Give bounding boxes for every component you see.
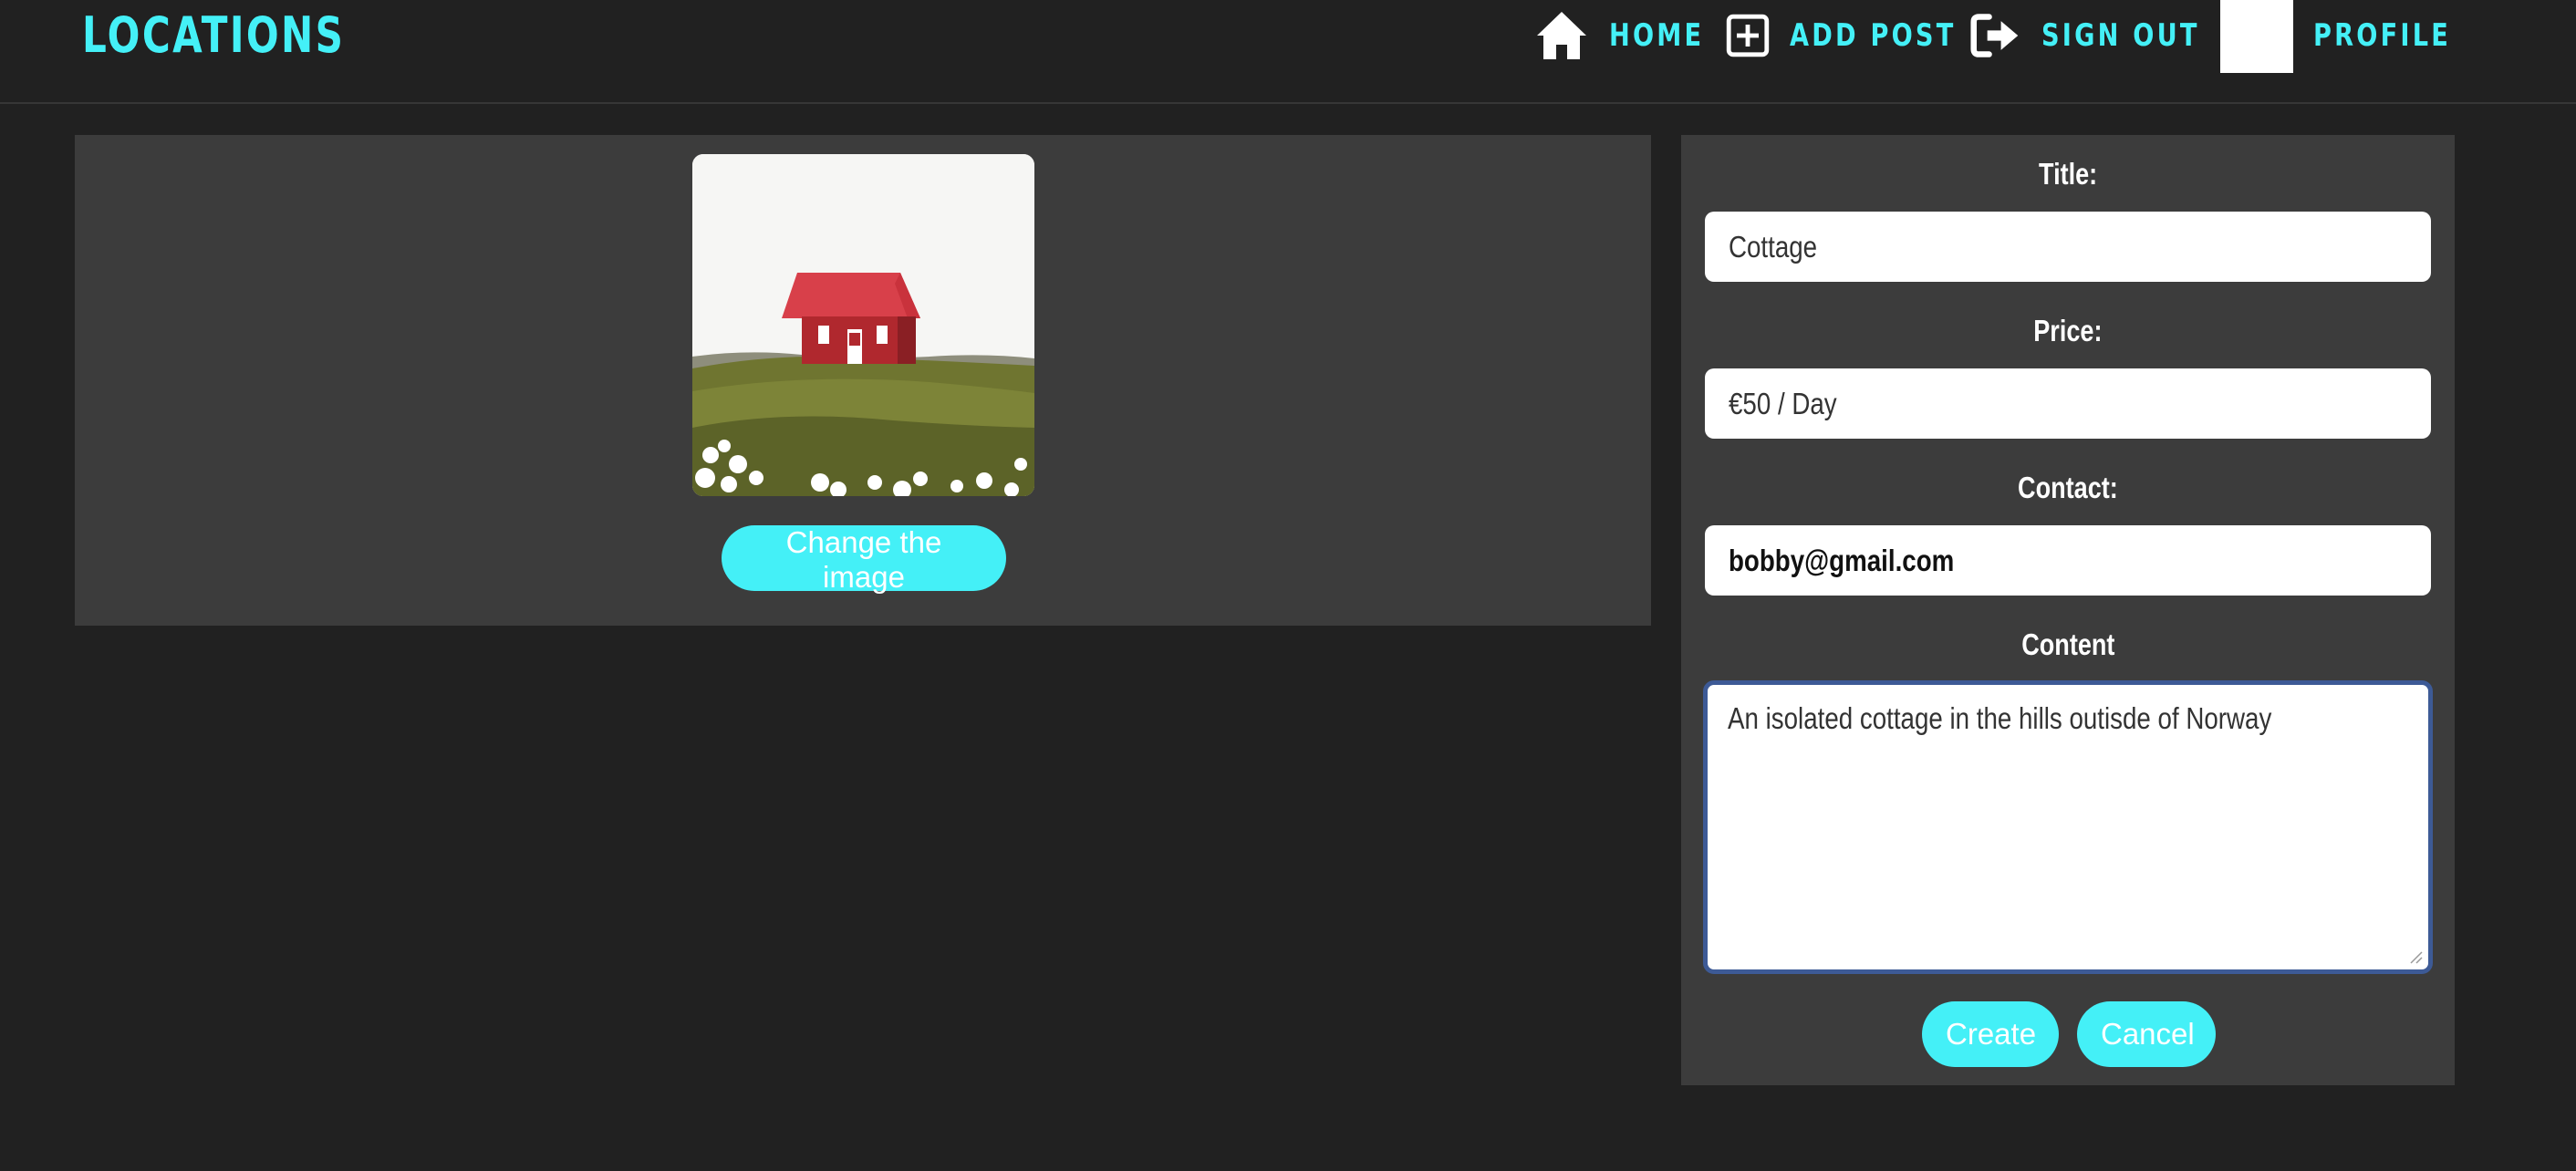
content-textarea[interactable]: An isolated cottage in the hills outisde… (1703, 680, 2433, 974)
sign-out-icon (1970, 14, 2019, 57)
plus-square-icon (1726, 14, 1770, 57)
change-image-button[interactable]: Change the image (722, 525, 1006, 594)
contact-input[interactable]: bobby@gmail.com (1705, 525, 2431, 596)
resize-grip-icon[interactable] (2408, 949, 2423, 964)
contact-label: Contact: (2018, 471, 2118, 504)
nav-sign-out[interactable]: SIGN OUT (1970, 0, 2239, 71)
brand-logo[interactable]: LOCATIONS (82, 4, 345, 67)
title-input[interactable]: Cottage (1705, 212, 2431, 282)
image-panel: Change the image (75, 135, 1651, 626)
nav-home[interactable]: HOME (1534, 0, 1728, 71)
create-button[interactable]: Create (1922, 1001, 2059, 1067)
nav-add-post[interactable]: ADD POST (1726, 0, 1998, 71)
post-form: Title: Cottage Price: €50 / Day Contact:… (1681, 135, 2455, 1085)
nav-profile[interactable]: PROFILE (2220, 0, 2486, 73)
cottage-photo (692, 154, 1034, 496)
nav-profile-label: PROFILE (2313, 17, 2452, 54)
cottage-image (692, 154, 1034, 496)
nav-home-label: HOME (1609, 17, 1705, 54)
price-label: Price: (2033, 314, 2103, 347)
content-label: Content (2020, 627, 2115, 661)
nav-sign-out-label: SIGN OUT (2041, 17, 2200, 54)
title-label: Title: (2038, 157, 2098, 191)
nav-add-post-label: ADD POST (1790, 17, 1957, 54)
cancel-button[interactable]: Cancel (2077, 1001, 2216, 1067)
navbar: LOCATIONS HOME ADD POST SIGN OUT PROFILE (0, 0, 2576, 104)
price-input[interactable]: €50 / Day (1705, 368, 2431, 439)
avatar (2220, 0, 2293, 73)
home-icon (1537, 12, 1586, 59)
